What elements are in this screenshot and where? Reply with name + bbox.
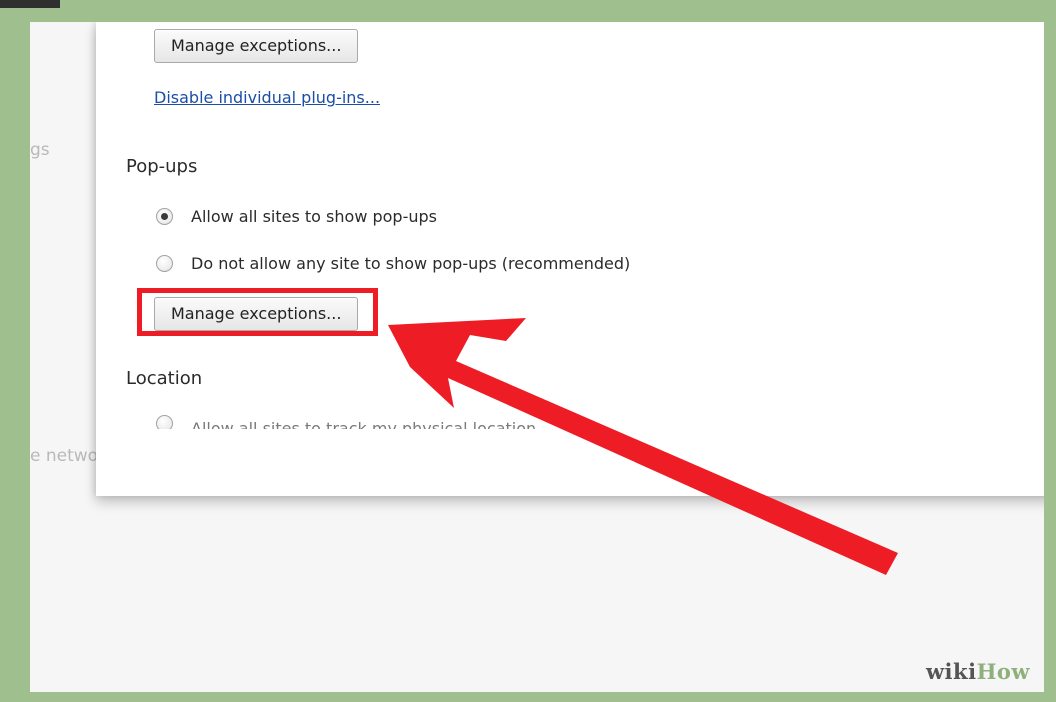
red-arrow-icon <box>388 318 898 575</box>
watermark-wiki: wiki <box>925 659 977 684</box>
corner-mark <box>0 0 60 8</box>
red-arrow-annotation <box>388 318 898 575</box>
browser-settings-screen: gs e netwo Manage exceptions... Disable … <box>30 22 1044 692</box>
watermark-how: How <box>976 659 1030 684</box>
wikihow-watermark: wikiHow <box>926 659 1030 684</box>
